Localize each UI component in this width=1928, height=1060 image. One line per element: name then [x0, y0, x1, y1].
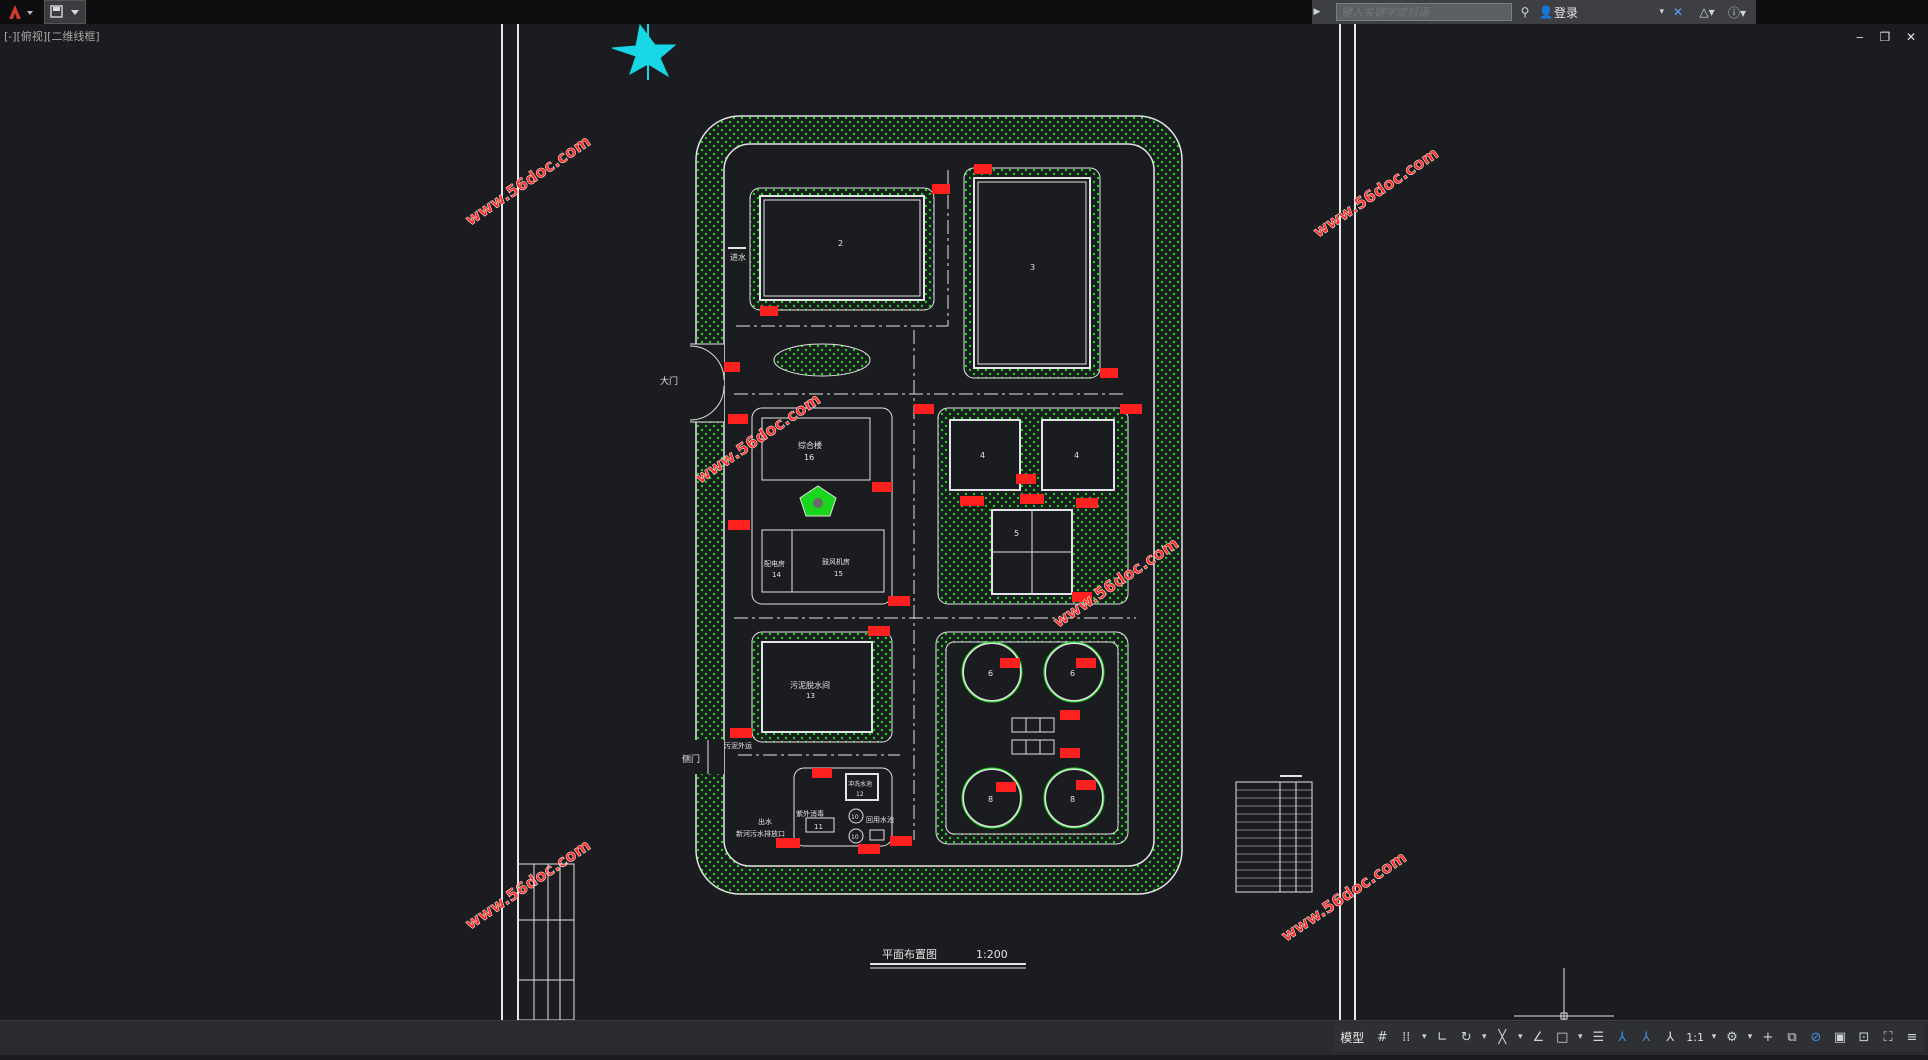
chevron-down-icon[interactable]: ▾ [1514, 1026, 1526, 1048]
office-label: 综合楼 [798, 440, 822, 450]
hardware-acceleration-icon[interactable]: ▣ [1828, 1026, 1852, 1048]
oval-lawn [773, 343, 871, 377]
sludge-outbound-label: 污泥外运 [724, 741, 752, 750]
fullscreen-icon[interactable]: ⛶ [1876, 1026, 1900, 1048]
infocenter-toolbar: ▶ ⚲ 👤 登录 ▾ ✕ △▾ ⓘ▾ [1312, 0, 1756, 24]
search-input[interactable] [1336, 3, 1512, 21]
tank-4b-label: 4 [1074, 451, 1079, 460]
clarifier-6b-label: 6 [1070, 669, 1075, 678]
inlet-label: 进水 [730, 252, 746, 262]
chevron-down-icon[interactable]: ▾ [1574, 1026, 1586, 1048]
grid-icon[interactable]: # [1370, 1026, 1394, 1048]
model-tab[interactable]: 模型 [1334, 1029, 1370, 1046]
building-2 [759, 195, 925, 301]
auto-scale-icon[interactable]: ⅄ [1634, 1026, 1658, 1048]
ortho-icon[interactable]: ∟ [1430, 1026, 1454, 1048]
building-2-label: 2 [838, 239, 843, 248]
chevron-down-icon[interactable]: ▾ [1418, 1026, 1430, 1048]
uv-number: 11 [814, 823, 823, 831]
login-label[interactable]: 登录 [1554, 4, 1578, 21]
main-gate-label: 大门 [660, 375, 678, 387]
reuse-tank-label: 回用水池 [866, 815, 894, 824]
legend-table [1235, 775, 1313, 893]
blower-room-number: 15 [834, 570, 843, 578]
chevron-down-icon[interactable]: ▾ [1478, 1026, 1490, 1048]
power-room-number: 14 [772, 571, 781, 579]
help-icon[interactable]: ⓘ▾ [1722, 0, 1752, 24]
user-icon[interactable]: 👤 [1538, 0, 1554, 24]
customize-menu-icon[interactable]: ≡ [1900, 1026, 1924, 1048]
application-menu-button[interactable] [0, 0, 40, 24]
annotation-scale-value[interactable]: 1:1 [1682, 1031, 1708, 1044]
office-number: 16 [804, 453, 814, 462]
circle-10a-label: 10 [851, 814, 859, 821]
side-gate-label: 侧门 [682, 753, 700, 765]
workspace-icon[interactable]: ⧉ [1780, 1026, 1804, 1048]
chevron-down-icon[interactable]: ▾ [1708, 1026, 1720, 1048]
gear-icon[interactable]: ⚙ [1720, 1026, 1744, 1048]
object-snap-tracking-icon[interactable]: ∠ [1526, 1026, 1550, 1048]
circle-10b-label: 10 [851, 834, 859, 841]
north-arrow-icon [611, 24, 677, 80]
watermark: www.56doc.com [462, 131, 594, 229]
isolate-objects-icon[interactable]: ⊘ [1804, 1026, 1828, 1048]
clarifier-6a-label: 6 [988, 669, 993, 678]
exchange-icon[interactable]: ✕ [1664, 0, 1692, 24]
building-3-label: 3 [1030, 263, 1035, 272]
status-toolbar: 模型 # ⁞⁞ ▾ ∟ ↻ ▾ ╳ ▾ ∠ □ ▾ ☰ ⅄ ⅄ ⅄ 1:1 ▾ … [1334, 1022, 1924, 1052]
outlet-label: 出水 [758, 817, 772, 826]
tank-5-label: 5 [1014, 529, 1019, 538]
chevron-down-icon[interactable]: ▾ [1578, 0, 1664, 24]
save-menu-icon [50, 5, 79, 18]
lineweight-icon[interactable]: ☰ [1586, 1026, 1610, 1048]
annotation-visibility-icon[interactable]: ⅄ [1610, 1026, 1634, 1048]
autodesk-a360-icon[interactable]: △▾ [1692, 0, 1722, 24]
wash-water-label: 冲洗水池 [848, 780, 872, 788]
chevron-down-icon[interactable]: ▾ [1744, 1026, 1756, 1048]
binoculars-icon[interactable]: ⚲ [1512, 0, 1538, 24]
outlet-discharge-label: 新河污水排放口 [736, 829, 785, 838]
object-snap-icon[interactable]: □ [1550, 1026, 1574, 1048]
plan-scale: 1:200 [976, 948, 1008, 961]
building-3 [973, 177, 1091, 369]
plan-title: 平面布置图 [882, 948, 937, 961]
sludge-building-number: 13 [806, 692, 815, 700]
plus-icon[interactable]: + [1756, 1026, 1780, 1048]
clarifier-8b-label: 8 [1070, 795, 1075, 804]
quick-access-save-button[interactable] [44, 0, 86, 24]
autocad-logo-icon [9, 5, 33, 19]
blower-room-label: 鼓风机房 [822, 557, 850, 566]
sludge-building-label: 污泥脱水间 [790, 680, 830, 690]
tank-4a-label: 4 [980, 451, 985, 460]
drawing-canvas[interactable]: 2 进水 3 大门 侧门 综合楼 16 配电房 14 鼓风机房 15 4 4 5… [0, 24, 1928, 1020]
isometric-icon[interactable]: ╳ [1490, 1026, 1514, 1048]
legend-rows [1236, 789, 1312, 887]
power-room-label: 配电房 [764, 559, 785, 568]
expand-arrow-icon[interactable]: ▶ [1312, 0, 1322, 24]
wash-water-number: 12 [856, 791, 864, 798]
annotation-scale-icon[interactable]: ⅄ [1658, 1026, 1682, 1048]
uv-label: 紫外消毒 [796, 809, 824, 818]
clean-screen-icon[interactable]: ⊡ [1852, 1026, 1876, 1048]
snap-grid-icon[interactable]: ⁞⁞ [1394, 1026, 1418, 1048]
polar-tracking-icon[interactable]: ↻ [1454, 1026, 1478, 1048]
watermark: www.56doc.com [1310, 143, 1442, 241]
crosshair-cursor [1514, 968, 1614, 1020]
clarifier-8a-label: 8 [988, 795, 993, 804]
